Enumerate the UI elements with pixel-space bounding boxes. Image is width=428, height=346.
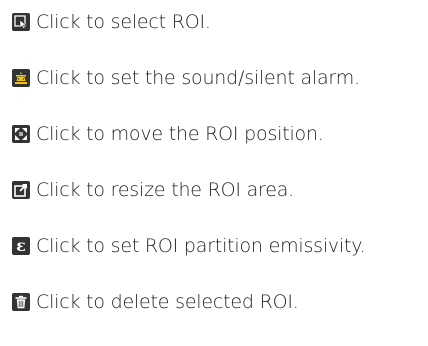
help-item-move: Click to move the ROI position. xyxy=(12,122,324,146)
move-icon xyxy=(12,125,30,143)
resize-icon xyxy=(12,181,30,199)
help-item-label: Click to select ROI. xyxy=(36,11,211,33)
help-item-label: Click to delete selected ROI. xyxy=(36,291,299,313)
help-item-alarm: Click to set the sound/silent alarm. xyxy=(12,66,360,90)
select-roi-icon xyxy=(12,13,30,31)
help-item-resize: Click to resize the ROI area. xyxy=(12,178,294,202)
help-item-delete: Click to delete selected ROI. xyxy=(12,290,299,314)
help-item-label: Click to set the sound/silent alarm. xyxy=(36,67,360,89)
emissivity-icon: ε xyxy=(12,237,30,255)
help-item-select-roi: Click to select ROI. xyxy=(12,10,211,34)
alarm-icon xyxy=(12,69,30,87)
epsilon-glyph: ε xyxy=(16,236,26,255)
help-item-emissivity: ε Click to set ROI partition emissivity. xyxy=(12,234,366,258)
help-item-label: Click to resize the ROI area. xyxy=(36,179,295,201)
help-item-label: Click to set ROI partition emissivity. xyxy=(36,235,366,257)
delete-icon xyxy=(12,293,30,311)
help-item-label: Click to move the ROI position. xyxy=(36,123,324,145)
